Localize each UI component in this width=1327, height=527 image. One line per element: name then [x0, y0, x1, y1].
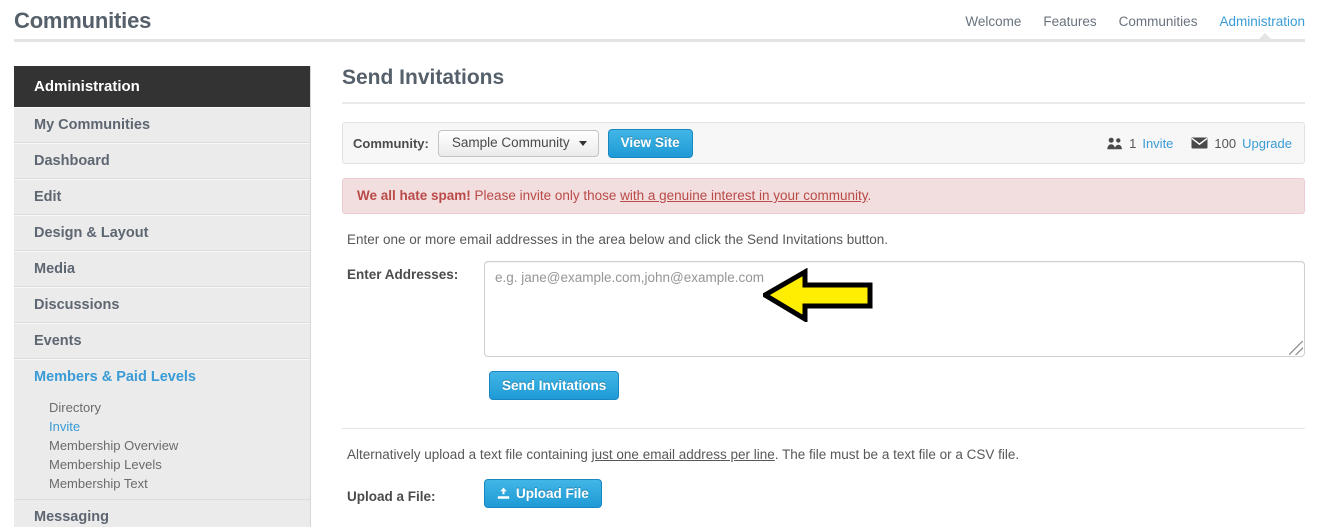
addresses-textarea[interactable]: e.g. jane@example.com,john@example.com [484, 261, 1305, 357]
users-group-icon [1107, 137, 1123, 150]
invite-link[interactable]: Invite [1142, 136, 1173, 151]
addresses-placeholder: e.g. jane@example.com,john@example.com [495, 270, 765, 285]
send-invitations-button-label: Send Invitations [502, 377, 607, 393]
sidebar-item-edit[interactable]: Edit [14, 179, 310, 215]
spam-warning-suffix: . [867, 188, 872, 203]
community-dropdown[interactable]: Sample Community [437, 129, 599, 157]
invite-stat: 1 Invite [1107, 136, 1173, 151]
sidebar-item-design-layout[interactable]: Design & Layout [14, 215, 310, 251]
sidebar-subitem-membership-text[interactable]: Membership Text [14, 474, 310, 493]
sidebar-item-dashboard[interactable]: Dashboard [14, 143, 310, 179]
upload-instructions-text: Alternatively upload a text file contain… [347, 447, 1305, 462]
addresses-label: Enter Addresses: [347, 267, 459, 282]
instructions-text: Enter one or more email addresses in the… [347, 232, 889, 247]
title-divider [342, 102, 1305, 104]
spam-warning-strong: We all hate spam! [357, 188, 471, 203]
sidebar: Administration My Communities Dashboard … [14, 66, 311, 527]
nav-item-administration[interactable]: Administration [1219, 14, 1305, 29]
upload-instructions-prefix: Alternatively upload a text file contain… [347, 447, 592, 462]
spam-warning-alert: We all hate spam! Please invite only tho… [342, 178, 1305, 214]
nav-item-features[interactable]: Features [1043, 14, 1096, 29]
active-nav-caret-icon [1259, 33, 1271, 39]
envelope-icon [1191, 137, 1208, 149]
upload-icon [497, 487, 510, 500]
upgrade-count: 100 [1214, 135, 1237, 151]
community-dropdown-value: Sample Community [451, 135, 570, 150]
chevron-down-icon [578, 141, 587, 146]
page-body: Administration My Communities Dashboard … [0, 44, 1327, 527]
sidebar-subitem-membership-overview[interactable]: Membership Overview [14, 436, 310, 455]
community-selector-group: Community: Sample Community View Site [353, 128, 693, 158]
textarea-resize-handle[interactable] [1289, 341, 1303, 355]
sidebar-heading: Administration [14, 66, 310, 107]
header-divider [14, 39, 1305, 42]
upload-file-button-label: Upload File [516, 485, 589, 501]
page-title: Send Invitations [342, 66, 505, 89]
invite-count: 1 [1129, 135, 1137, 151]
nav-item-welcome[interactable]: Welcome [965, 14, 1021, 29]
community-stats: 1 Invite 100 Upgrade [1107, 136, 1292, 151]
sidebar-item-messaging[interactable]: Messaging [14, 500, 310, 527]
section-divider [342, 428, 1305, 429]
upload-file-row: Upload a File: Upload File [342, 479, 1305, 508]
upload-file-button[interactable]: Upload File [484, 479, 602, 508]
sidebar-item-members-paid-levels[interactable]: Members & Paid Levels [14, 359, 310, 394]
sidebar-subitem-directory[interactable]: Directory [14, 398, 310, 417]
view-site-button-label: View Site [620, 135, 680, 150]
upgrade-stat: 100 Upgrade [1191, 136, 1292, 151]
community-toolbar: Community: Sample Community View Site 1 … [342, 122, 1305, 164]
top-navigation: Welcome Features Communities Administrat… [965, 14, 1305, 29]
sidebar-subitem-invite[interactable]: Invite [14, 417, 310, 436]
nav-item-communities[interactable]: Communities [1119, 14, 1198, 29]
sidebar-item-discussions[interactable]: Discussions [14, 287, 310, 323]
top-header: Communities Welcome Features Communities… [0, 0, 1327, 44]
sidebar-item-my-communities[interactable]: My Communities [14, 107, 310, 143]
spam-warning-text: Please invite only those [470, 188, 621, 203]
send-invitations-button[interactable]: Send Invitations [489, 371, 620, 400]
sidebar-item-media[interactable]: Media [14, 251, 310, 287]
site-brand: Communities [14, 8, 152, 33]
upload-a-file-label: Upload a File: [347, 489, 436, 504]
main-content: Send Invitations Community: Sample Commu… [311, 44, 1327, 527]
send-invitations-row: Send Invitations [342, 371, 1305, 400]
one-address-per-line-link[interactable]: just one email address per line [592, 447, 775, 462]
view-site-button[interactable]: View Site [607, 128, 693, 158]
upgrade-link[interactable]: Upgrade [1242, 136, 1292, 151]
sidebar-subitem-membership-levels[interactable]: Membership Levels [14, 455, 310, 474]
addresses-field-row: Enter Addresses: e.g. jane@example.com,j… [342, 261, 1305, 357]
genuine-interest-link[interactable]: with a genuine interest in your communit… [620, 188, 867, 203]
sidebar-subnav: Directory Invite Membership Overview Mem… [14, 394, 310, 500]
community-label: Community: [353, 135, 429, 151]
upload-instructions-suffix: . The file must be a text file or a CSV … [774, 447, 1020, 462]
sidebar-item-events[interactable]: Events [14, 323, 310, 359]
